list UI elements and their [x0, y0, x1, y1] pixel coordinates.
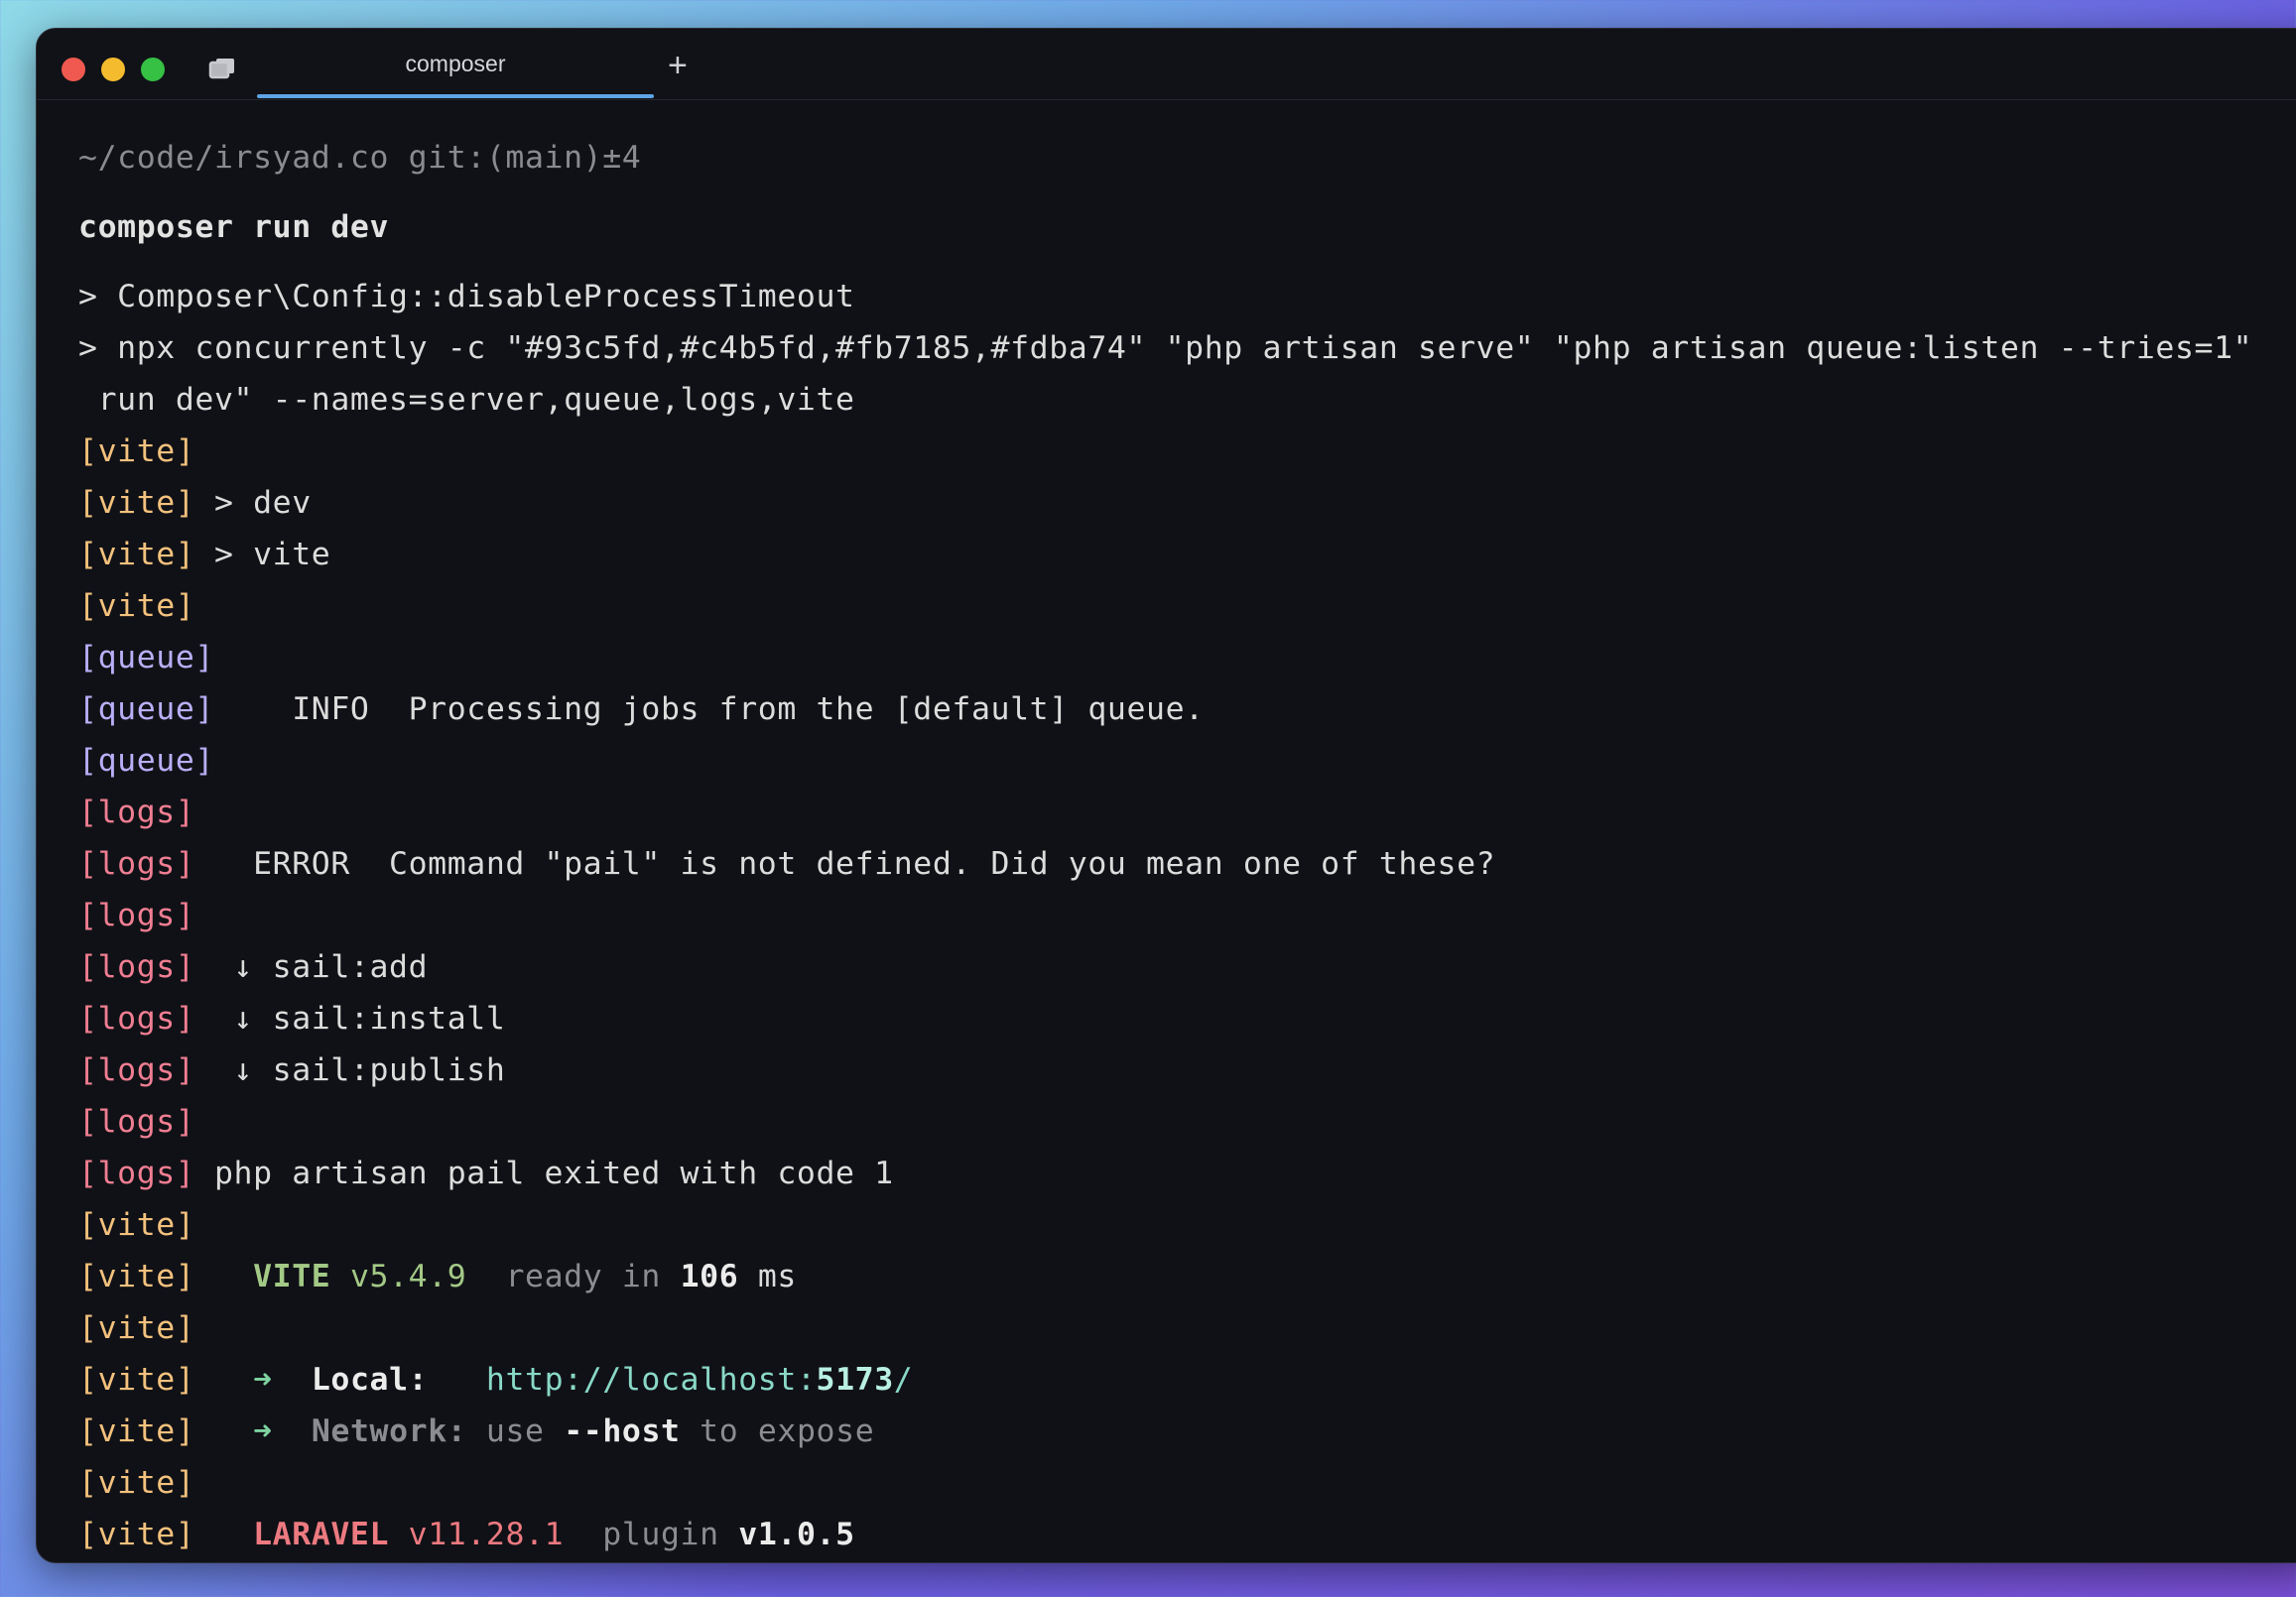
- url-base: http://localhost:: [485, 1362, 817, 1398]
- vite-prefix: [vite]: [78, 485, 195, 521]
- local-label: Local:: [311, 1362, 429, 1398]
- output-text: ↓ sail:publish: [194, 1052, 506, 1088]
- logs-prefix: [logs]: [78, 1052, 195, 1088]
- output-line: [logs] ERROR Command "pail" is not defin…: [78, 838, 2296, 890]
- vite-prefix: [vite]: [78, 537, 195, 572]
- output-line: [logs]: [78, 787, 2296, 838]
- to-expose-text: to expose: [700, 1413, 875, 1449]
- output-line: [vite] LARAVEL v11.28.1 plugin v1.0.5: [78, 1509, 2296, 1560]
- local-url-link[interactable]: http://localhost:5173/: [486, 1362, 913, 1398]
- output-line: [logs] ↓ sail:install: [78, 993, 2296, 1044]
- output-line: [logs]: [78, 1096, 2296, 1148]
- output-line: [logs]: [78, 890, 2296, 941]
- output-line: [vite]: [78, 1302, 2296, 1354]
- output-line: > npx concurrently -c "#93c5fd,#c4b5fd,#…: [78, 322, 2296, 374]
- logs-prefix: [logs]: [78, 1001, 195, 1037]
- logs-prefix: [logs]: [78, 898, 195, 933]
- logs-prefix: [logs]: [78, 795, 195, 830]
- output-text: run dev" --names=server,queue,logs,vite: [78, 382, 855, 418]
- logs-prefix: [logs]: [78, 949, 195, 985]
- vite-label: VITE: [253, 1259, 331, 1294]
- vite-prefix: [vite]: [78, 1362, 195, 1398]
- network-label: Network:: [311, 1413, 467, 1449]
- prompt-path: ~/code/irsyad.co git:(main)±4: [78, 140, 642, 176]
- use-text: use: [485, 1413, 545, 1449]
- arrow-right-icon: ➜: [253, 1362, 273, 1398]
- output-line: run dev" --names=server,queue,logs,vite: [78, 374, 2296, 426]
- output-text: > npx concurrently -c "#93c5fd,#c4b5fd,#…: [78, 330, 2253, 366]
- output-line: [vite] > vite: [78, 529, 2296, 580]
- host-flag: --host: [564, 1413, 681, 1449]
- plugin-version: v1.0.5: [738, 1517, 855, 1552]
- command-text: composer run dev: [78, 209, 390, 245]
- new-tab-button[interactable]: +: [668, 49, 688, 82]
- output-line: [vite]: [78, 1199, 2296, 1251]
- command-line: composer run dev: [78, 201, 2296, 253]
- vite-prefix: [vite]: [78, 1207, 195, 1243]
- output-line: [vite] ➜ Local: http://localhost:5173/: [78, 1354, 2296, 1406]
- tab-title: composer: [405, 51, 506, 76]
- title-bar: composer +: [37, 29, 2296, 100]
- minimize-window-button[interactable]: [101, 58, 125, 81]
- output-line: [logs] ↓ sail:add: [78, 941, 2296, 993]
- queue-prefix: [queue]: [78, 640, 214, 676]
- vite-prefix: [vite]: [78, 1259, 195, 1294]
- url-tail: /: [893, 1362, 914, 1398]
- output-text: ↓ sail:install: [194, 1001, 506, 1037]
- output-line: [logs] ↓ sail:publish: [78, 1044, 2296, 1096]
- output-text: ↓ sail:add: [194, 949, 429, 985]
- vite-prefix: [vite]: [78, 588, 195, 624]
- prompt-line: ~/code/irsyad.co git:(main)±4: [78, 132, 2296, 184]
- maximize-window-button[interactable]: [141, 58, 165, 81]
- vite-prefix: [vite]: [78, 1310, 195, 1346]
- tab-overview-icon[interactable]: [207, 57, 237, 80]
- logs-prefix: [logs]: [78, 846, 195, 882]
- output-line: [queue] INFO Processing jobs from the [d…: [78, 683, 2296, 735]
- output-text: > Composer\Config::disableProcessTimeout: [78, 279, 855, 314]
- output-line: [vite]: [78, 580, 2296, 632]
- vite-prefix: [vite]: [78, 1517, 195, 1552]
- output-line: [vite]: [78, 1457, 2296, 1509]
- laravel-label: LARAVEL: [253, 1517, 390, 1552]
- logs-prefix: [logs]: [78, 1156, 195, 1191]
- close-window-button[interactable]: [62, 58, 85, 81]
- output-text: ERROR Command "pail" is not defined. Did…: [194, 846, 1496, 882]
- output-text: > dev: [194, 485, 312, 521]
- vite-prefix: [vite]: [78, 1465, 195, 1501]
- active-tab-indicator: [257, 94, 654, 98]
- output-line: [vite]: [78, 426, 2296, 477]
- output-line: [vite] > dev: [78, 477, 2296, 529]
- output-line: [queue]: [78, 632, 2296, 683]
- vite-prefix: [vite]: [78, 1413, 195, 1449]
- ready-ms-value: 106: [680, 1259, 739, 1294]
- logs-prefix: [logs]: [78, 1104, 195, 1140]
- queue-prefix: [queue]: [78, 743, 214, 779]
- tab-composer[interactable]: composer: [257, 29, 654, 99]
- output-line: [vite] VITE v5.4.9 ready in 106 ms: [78, 1251, 2296, 1302]
- output-line: [vite] ➜ Network: use --host to expose: [78, 1406, 2296, 1457]
- output-line: [queue]: [78, 735, 2296, 787]
- output-text: INFO Processing jobs from the [default] …: [213, 691, 1205, 727]
- output-line: > Composer\Config::disableProcessTimeout: [78, 271, 2296, 322]
- arrow-right-icon: ➜: [253, 1413, 273, 1449]
- output-text: > vite: [194, 537, 331, 572]
- terminal-output[interactable]: ~/code/irsyad.co git:(main)±4 composer r…: [78, 132, 2296, 1560]
- ready-in-text: ready in: [505, 1259, 661, 1294]
- terminal-window: composer + ~/code/irsyad.co git:(main)±4…: [36, 28, 2296, 1563]
- ms-unit: ms: [757, 1259, 797, 1294]
- plugin-text: plugin: [602, 1517, 719, 1552]
- queue-prefix: [queue]: [78, 691, 214, 727]
- vite-prefix: [vite]: [78, 433, 195, 469]
- laravel-version: v11.28.1: [408, 1517, 565, 1552]
- output-text: php artisan pail exited with code 1: [194, 1156, 894, 1191]
- output-line: [logs] php artisan pail exited with code…: [78, 1148, 2296, 1199]
- vite-version: v5.4.9: [349, 1259, 467, 1294]
- url-port: 5173: [816, 1362, 894, 1398]
